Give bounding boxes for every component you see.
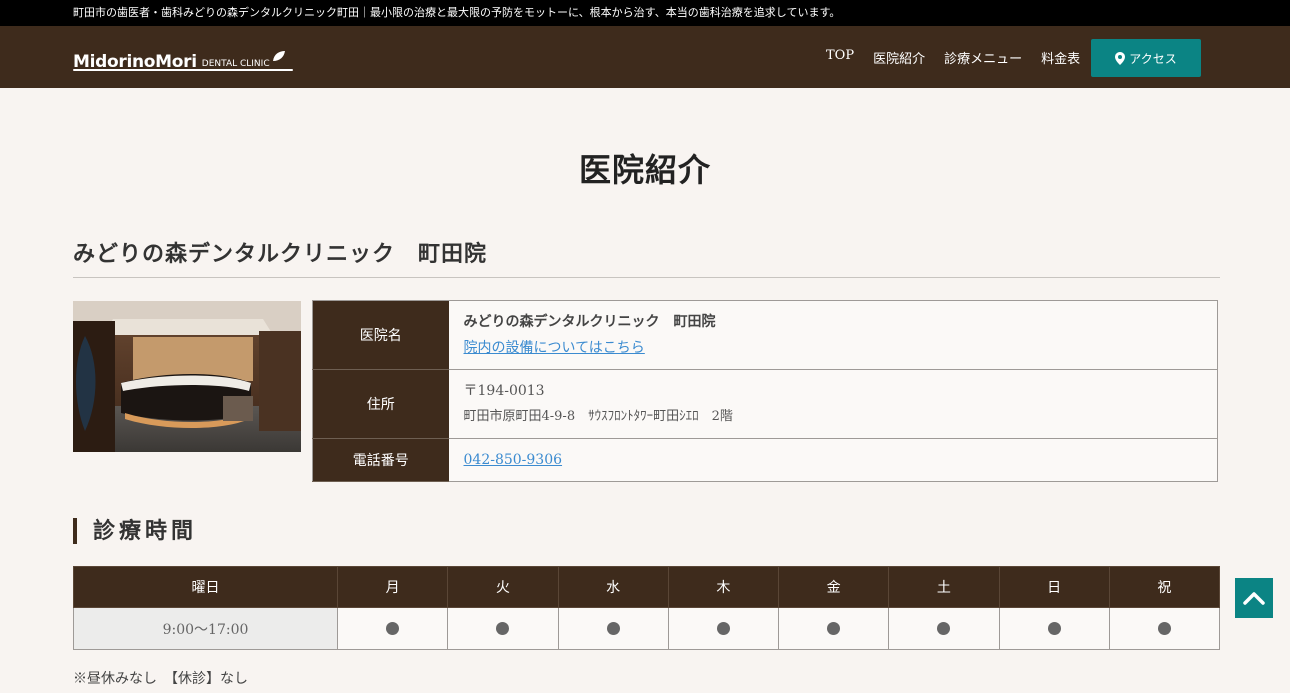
hours-mark-sat bbox=[888, 607, 1000, 650]
hours-mark-fri bbox=[777, 607, 890, 650]
hours-section-heading: 診療時間 bbox=[73, 518, 197, 544]
access-button[interactable]: アクセス bbox=[1091, 39, 1201, 77]
hours-col-day: 曜日 bbox=[73, 566, 338, 608]
scroll-to-top-button[interactable] bbox=[1235, 578, 1273, 618]
open-dot-icon bbox=[606, 622, 620, 635]
clinic-info-table: 医院名 みどりの森デンタルクリニック 町田院 院内の設備についてはこちら 住所 … bbox=[312, 300, 1218, 482]
nav-item-pricing[interactable]: 料金表 bbox=[1041, 48, 1080, 67]
map-pin-icon bbox=[1115, 51, 1126, 65]
clinic-name-heading: みどりの森デンタルクリニック 町田院 bbox=[73, 236, 1220, 278]
hours-note: ※昼休みなし 【休診】なし bbox=[73, 671, 248, 687]
hours-mark-sun bbox=[998, 607, 1110, 650]
info-label-address: 住所 bbox=[312, 369, 449, 439]
hours-mark-thu bbox=[667, 607, 780, 650]
info-row-phone: 電話番号 042-850-9306 bbox=[312, 438, 1218, 482]
info-value-address: 〒194-0013 町田市原町田4-9-8 ｻｳｽﾌﾛﾝﾄﾀﾜｰ町田ｼｴﾛ 2階 bbox=[448, 369, 1218, 439]
tagline-text: 町田市の歯医者・歯科みどりの森デンタルクリニック町田｜最小限の治療と最大限の予防… bbox=[73, 6, 841, 19]
top-tagline-bar: 町田市の歯医者・歯科みどりの森デンタルクリニック町田｜最小限の治療と最大限の予防… bbox=[0, 0, 1290, 26]
reception-image bbox=[73, 301, 301, 452]
facilities-link[interactable]: 院内の設備についてはこちら bbox=[464, 340, 645, 356]
hours-col-wed: 水 bbox=[557, 566, 669, 608]
open-dot-icon bbox=[496, 622, 510, 635]
open-dot-icon bbox=[386, 622, 400, 635]
info-row-address: 住所 〒194-0013 町田市原町田4-9-8 ｻｳｽﾌﾛﾝﾄﾀﾜｰ町田ｼｴﾛ… bbox=[312, 369, 1218, 439]
info-label-phone: 電話番号 bbox=[312, 438, 449, 482]
clinic-reception-photo bbox=[73, 301, 301, 452]
page-title: 医院紹介 bbox=[578, 151, 711, 189]
hours-col-holiday: 祝 bbox=[1108, 566, 1221, 608]
info-value-phone: 042-850-9306 bbox=[448, 438, 1218, 482]
street-address: 町田市原町田4-9-8 ｻｳｽﾌﾛﾝﾄﾀﾜｰ町田ｼｴﾛ 2階 bbox=[463, 409, 733, 424]
leaf-icon bbox=[272, 51, 285, 61]
main-nav: TOP 医院紹介 診療メニュー 料金表 bbox=[826, 48, 1080, 67]
site-logo[interactable]: MidorinoMori DENTAL CLINIC bbox=[73, 42, 293, 72]
hours-col-fri: 金 bbox=[777, 566, 890, 608]
logo-underline bbox=[73, 69, 293, 71]
hours-time: 9:00〜17:00 bbox=[73, 607, 338, 650]
nav-item-menu[interactable]: 診療メニュー bbox=[944, 48, 1022, 67]
access-button-label: アクセス bbox=[1129, 51, 1177, 66]
info-label-name: 医院名 bbox=[312, 300, 449, 370]
hours-table: 曜日 月 火 水 木 金 土 日 祝 9:00〜17:00 bbox=[73, 566, 1221, 650]
hours-mark-mon bbox=[336, 607, 449, 650]
open-dot-icon bbox=[1157, 622, 1171, 635]
chevron-up-icon bbox=[1243, 592, 1265, 605]
hours-col-thu: 木 bbox=[667, 566, 780, 608]
info-row-name: 医院名 みどりの森デンタルクリニック 町田院 院内の設備についてはこちら bbox=[312, 300, 1218, 370]
open-dot-icon bbox=[827, 622, 841, 635]
hours-mark-wed bbox=[557, 607, 669, 650]
nav-item-about[interactable]: 医院紹介 bbox=[873, 48, 925, 67]
hours-col-tue: 火 bbox=[447, 566, 559, 608]
logo-sub-text: DENTAL CLINIC bbox=[201, 59, 270, 69]
hours-header-row: 曜日 月 火 水 木 金 土 日 祝 bbox=[73, 566, 1221, 608]
clinic-name-value: みどりの森デンタルクリニック 町田院 bbox=[463, 314, 716, 330]
open-dot-icon bbox=[937, 622, 951, 635]
postal-code: 〒194-0013 bbox=[463, 383, 545, 399]
open-dot-icon bbox=[716, 622, 730, 635]
hours-mark-tue bbox=[447, 607, 559, 650]
hours-row: 9:00〜17:00 bbox=[73, 607, 1221, 650]
phone-link[interactable]: 042-850-9306 bbox=[464, 452, 563, 468]
hours-col-mon: 月 bbox=[336, 566, 449, 608]
nav-item-top[interactable]: TOP bbox=[826, 48, 854, 67]
hours-col-sat: 土 bbox=[888, 566, 1000, 608]
hours-col-sun: 日 bbox=[998, 566, 1110, 608]
hours-mark-holiday bbox=[1108, 607, 1221, 650]
info-value-name: みどりの森デンタルクリニック 町田院 院内の設備についてはこちら bbox=[448, 300, 1218, 370]
open-dot-icon bbox=[1047, 622, 1061, 635]
